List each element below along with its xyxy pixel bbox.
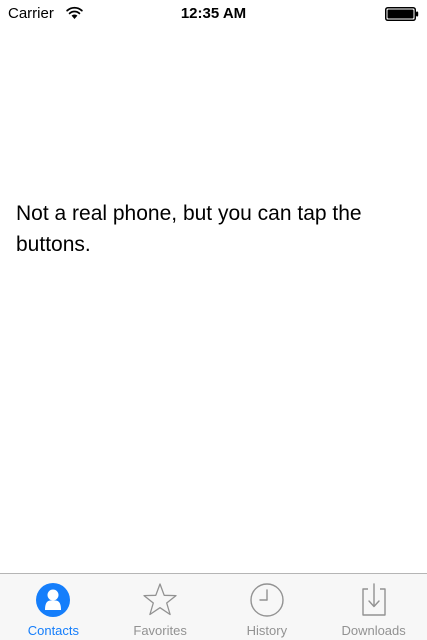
battery-icon <box>385 7 419 21</box>
info-message: Not a real phone, but you can tap the bu… <box>16 202 362 256</box>
tab-favorites[interactable]: Favorites <box>107 574 214 640</box>
star-icon <box>143 583 177 616</box>
tab-contacts[interactable]: Contacts <box>0 574 107 640</box>
tab-bar: Contacts Favorites History Downloads <box>0 573 427 640</box>
tab-label-contacts: Contacts <box>27 623 80 638</box>
status-time: 12:35 AM <box>180 5 247 22</box>
contacts-icon <box>36 583 71 617</box>
tab-downloads[interactable]: Downloads <box>320 574 427 640</box>
download-icon <box>361 583 386 616</box>
clock-icon <box>250 583 284 617</box>
tab-history[interactable]: History <box>214 574 321 640</box>
tab-label-favorites: Favorites <box>133 623 187 638</box>
tab-label-history: History <box>246 623 288 638</box>
status-bar: Carrier 12:35 AM <box>0 0 427 30</box>
tab-label-downloads: Downloads <box>341 623 406 638</box>
phone-screen: Carrier 12:35 AM Not a real phone, but y… <box>0 0 427 640</box>
